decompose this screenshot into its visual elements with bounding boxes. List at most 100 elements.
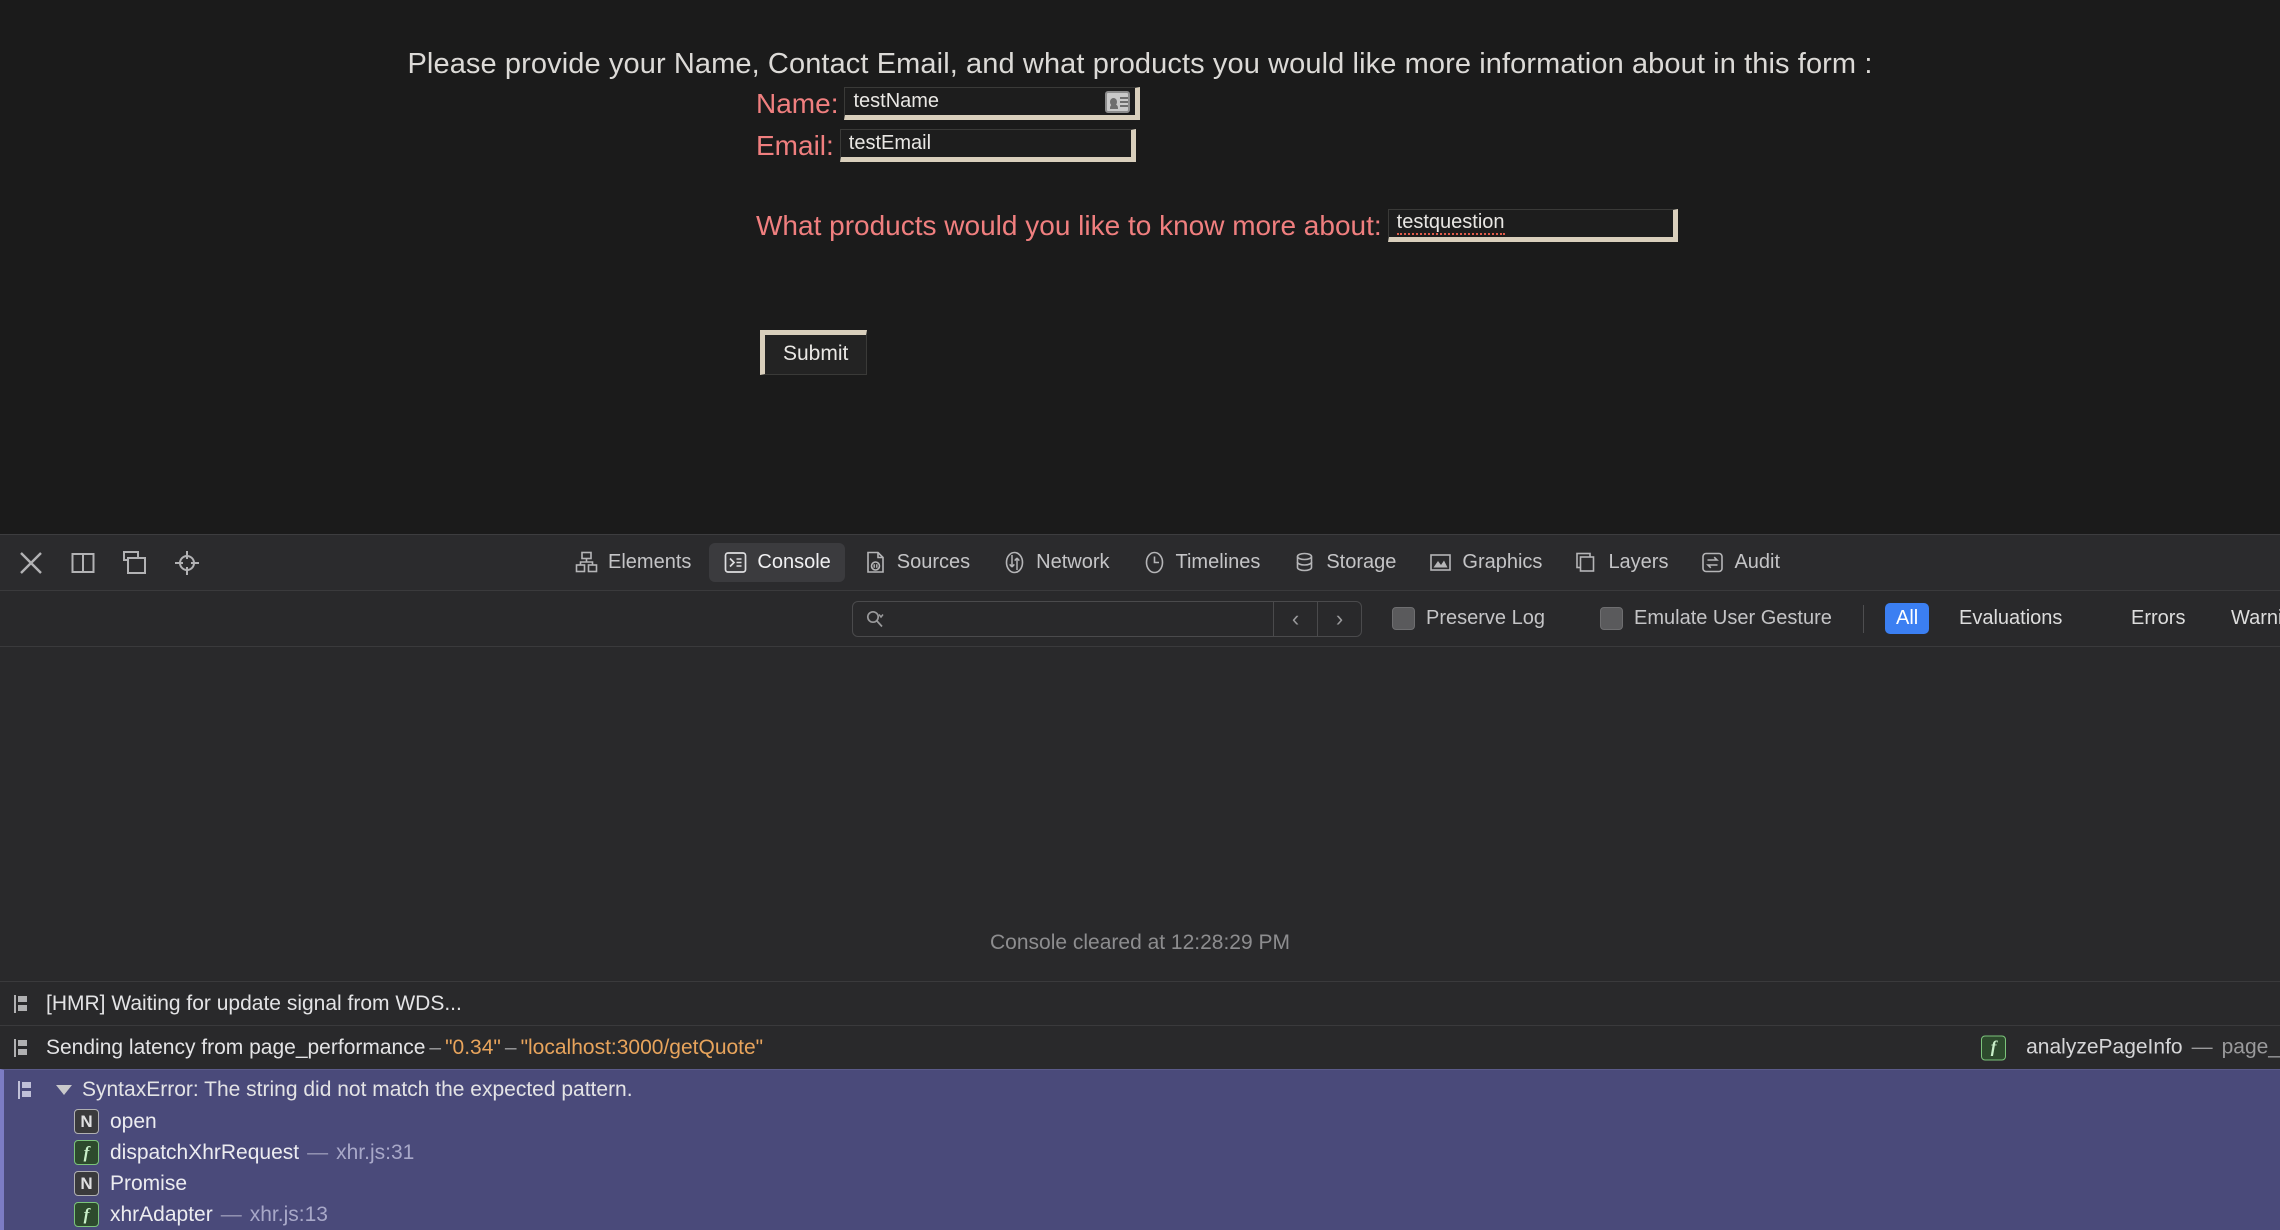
search-next-button[interactable]: › (1317, 601, 1361, 636)
name-label: Name: (756, 87, 839, 119)
console-output: Console cleared at 12:28:29 PM [HMR] Wai… (0, 647, 2280, 1230)
console-cleared-notice: Console cleared at 12:28:29 PM (989, 931, 1291, 954)
dock-side-icon[interactable] (68, 548, 98, 578)
filter-evaluations-button[interactable]: Evaluations (1948, 603, 2073, 634)
question-label: What products would you like to know mor… (756, 209, 1382, 241)
tab-layers[interactable]: Layers (1560, 543, 1682, 582)
log-source-file: page_ (2221, 1035, 2280, 1059)
email-label: Email: (756, 129, 834, 161)
search-prev-button[interactable]: ‹ (1273, 601, 1317, 636)
tab-graphics[interactable]: Graphics (1414, 543, 1556, 582)
tab-sources[interactable]: Sources (849, 543, 984, 582)
name-input[interactable]: testName (844, 87, 1141, 120)
stack-frame-name: open (110, 1109, 157, 1133)
email-input[interactable]: testEmail (839, 129, 1136, 162)
submit-button[interactable]: Submit (760, 330, 868, 375)
stack-frame[interactable]: f xhrAdapter — xhr.js:13 (74, 1199, 510, 1230)
email-field-row: Email: testEmail (756, 129, 1136, 162)
emulate-gesture-checkbox-row[interactable]: Emulate User Gesture (1600, 607, 1832, 630)
tab-storage-label: Storage (1326, 551, 1397, 573)
stack-frame[interactable]: f dispatchXhrRequest — xhr.js:31 (74, 1137, 510, 1168)
filter-divider (1863, 604, 1864, 633)
email-input-value: testEmail (848, 132, 932, 154)
tab-console-label: Console (757, 551, 831, 573)
log-message: [HMR] Waiting for update signal from WDS… (46, 991, 462, 1015)
function-badge-icon: f (74, 1140, 99, 1165)
log-value-latency: "0.34" (445, 1035, 501, 1059)
stack-frame-location[interactable]: xhr.js:31 (336, 1141, 414, 1165)
console-search-input[interactable] (889, 608, 1229, 629)
stack-frame-separator: — (307, 1140, 329, 1164)
log-entry-icon (12, 1037, 32, 1059)
console-log-row[interactable]: Sending latency from page_performance – "0… (0, 1025, 2280, 1069)
tab-timelines-label: Timelines (1175, 551, 1261, 573)
console-error-row[interactable]: SyntaxError: The string did not match th… (0, 1069, 2280, 1230)
console-log-list: [HMR] Waiting for update signal from WDS… (0, 981, 2280, 1230)
storage-icon (1292, 550, 1317, 575)
name-field-row: Name: testName (756, 87, 1141, 120)
filter-warnings-button[interactable]: Warnings (2220, 603, 2280, 634)
log-source-link[interactable]: f analyzePageInfo — page_ (1981, 1035, 2280, 1060)
disclosure-triangle-icon[interactable] (56, 1085, 72, 1095)
page-title: Please provide your Name, Contact Email,… (407, 48, 1873, 80)
preserve-log-checkbox[interactable] (1392, 607, 1415, 630)
emulate-gesture-checkbox[interactable] (1600, 607, 1623, 630)
log-entry-icon (12, 993, 32, 1015)
question-field-row: What products would you like to know mor… (756, 209, 1678, 242)
stack-frame-location[interactable]: xhr.js:13 (250, 1203, 328, 1227)
log-dash: – (429, 1035, 442, 1059)
devtools-panel: Elements Console Sources Network Timelin… (0, 534, 2280, 1230)
inspect-element-icon[interactable] (172, 548, 202, 578)
tab-sources-label: Sources (896, 551, 971, 573)
emulate-gesture-label: Emulate User Gesture (1634, 607, 1832, 629)
stack-frame[interactable]: N open (74, 1106, 510, 1137)
filter-all-button[interactable]: All (1885, 603, 1930, 634)
log-source-separator: — (2191, 1035, 2213, 1059)
sources-icon (863, 550, 888, 575)
name-input-value: testName (853, 90, 940, 112)
log-entry-icon (16, 1079, 36, 1101)
stack-frame-separator: — (220, 1202, 242, 1226)
tab-layers-label: Layers (1608, 551, 1669, 573)
native-badge-icon: N (74, 1171, 99, 1196)
elements-icon (574, 550, 599, 575)
console-icon (723, 550, 748, 575)
log-dash: – (504, 1035, 517, 1059)
preserve-log-label: Preserve Log (1426, 607, 1545, 629)
tab-network[interactable]: Network (988, 543, 1123, 582)
native-badge-icon: N (74, 1109, 99, 1134)
audit-icon (1700, 550, 1725, 575)
graphics-icon (1428, 550, 1453, 575)
log-value-url: "localhost:3000/getQuote" (520, 1035, 764, 1059)
tab-console[interactable]: Console (709, 543, 845, 582)
stack-frame-name: xhrAdapter (110, 1202, 213, 1226)
question-input[interactable]: testquestion (1387, 209, 1678, 242)
dock-bottom-icon[interactable] (120, 548, 150, 578)
devtools-toolbar: Elements Console Sources Network Timelin… (0, 535, 2280, 591)
stack-frame[interactable]: N Promise (74, 1168, 510, 1199)
contact-card-icon[interactable] (1105, 90, 1131, 113)
console-search-field[interactable] (853, 602, 1273, 636)
function-badge-icon: f (74, 1202, 99, 1227)
tab-audit-label: Audit (1734, 551, 1781, 573)
timelines-icon (1142, 550, 1167, 575)
tab-network-label: Network (1036, 551, 1110, 573)
stack-frame-name: dispatchXhrRequest (110, 1140, 300, 1164)
tab-elements[interactable]: Elements (560, 543, 705, 582)
console-log-row[interactable]: [HMR] Waiting for update signal from WDS… (0, 981, 2280, 1025)
tab-timelines[interactable]: Timelines (1128, 543, 1275, 582)
log-message: Sending latency from page_performance (46, 1035, 426, 1059)
console-error-header[interactable]: SyntaxError: The string did not match th… (12, 1078, 633, 1102)
log-source-function: analyzePageInfo (2026, 1035, 2183, 1059)
devtools-tab-bar: Elements Console Sources Network Timelin… (560, 543, 1794, 582)
tab-storage[interactable]: Storage (1278, 543, 1410, 582)
tab-audit[interactable]: Audit (1686, 543, 1794, 582)
network-icon (1002, 550, 1027, 575)
console-filter-bar: ‹ › Preserve Log Emulate User Gesture Al… (0, 591, 2280, 647)
close-icon[interactable] (16, 548, 46, 578)
question-input-value: testquestion (1396, 210, 1505, 235)
preserve-log-checkbox-row[interactable]: Preserve Log (1392, 607, 1545, 630)
tab-graphics-label: Graphics (1462, 551, 1543, 573)
console-search: ‹ › (852, 600, 1362, 637)
filter-errors-button[interactable]: Errors (2120, 603, 2196, 634)
